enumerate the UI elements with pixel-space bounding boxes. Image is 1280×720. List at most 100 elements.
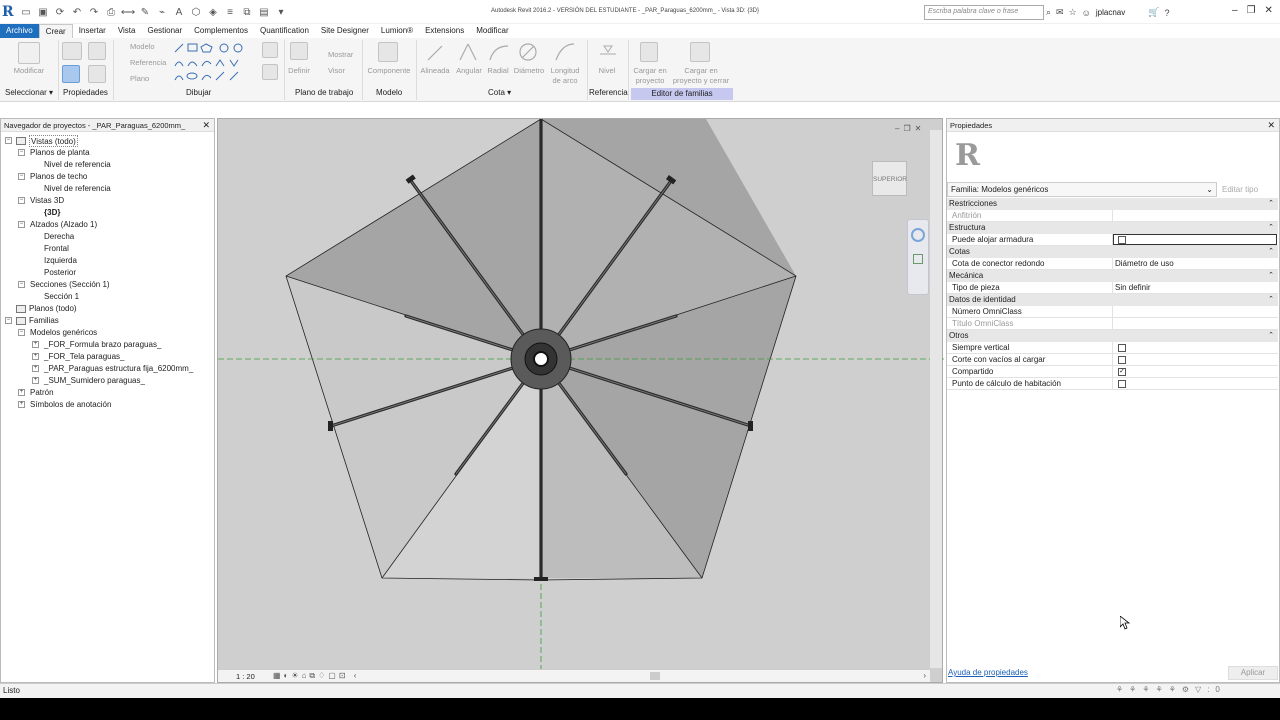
zoom-icon[interactable] bbox=[913, 254, 923, 264]
close-hidden-icon[interactable]: ⧉ bbox=[240, 5, 254, 19]
view-3d-canvas[interactable] bbox=[217, 118, 944, 684]
restore-icon[interactable]: ❐ bbox=[903, 124, 910, 133]
property-group-header[interactable]: Mecánica ⌃ bbox=[947, 270, 1278, 282]
aligned-button[interactable]: Alineada bbox=[418, 66, 452, 75]
undo-icon[interactable]: ↶ bbox=[70, 5, 84, 19]
tab-gestionar[interactable]: Gestionar bbox=[141, 24, 188, 38]
browser-item[interactable]: _PAR_Paraguas estructura fija_6200mm_ bbox=[44, 363, 193, 375]
expand-toggle-icon[interactable]: − bbox=[18, 329, 25, 336]
horizontal-scroll-thumb[interactable] bbox=[650, 672, 660, 680]
modify-icon[interactable] bbox=[18, 42, 40, 64]
browser-item[interactable]: Planos (todo) bbox=[29, 303, 77, 315]
tab-crear[interactable]: Crear bbox=[38, 24, 73, 38]
tab-quantification[interactable]: Quantification bbox=[254, 24, 315, 38]
expand-toggle-icon[interactable]: + bbox=[18, 389, 25, 396]
view-scale[interactable]: 1 : 20 bbox=[236, 672, 255, 681]
expand-toggle-icon[interactable]: + bbox=[32, 341, 39, 348]
viewcube[interactable]: SUPERIOR bbox=[872, 161, 907, 196]
browser-item[interactable]: {3D} bbox=[44, 207, 60, 219]
property-checkbox[interactable] bbox=[1118, 356, 1126, 364]
load-and-close-button[interactable]: Cargar en bbox=[670, 66, 732, 75]
property-row[interactable]: Cota de conector redondo Diámetro de uso bbox=[947, 258, 1278, 270]
save-icon[interactable]: ▣ bbox=[36, 5, 50, 19]
tab-lumion[interactable]: Lumion® bbox=[375, 24, 419, 38]
scroll-right-icon[interactable]: › bbox=[923, 671, 926, 680]
help-icon[interactable]: ? bbox=[1164, 8, 1169, 18]
expand-toggle-icon[interactable]: − bbox=[18, 281, 25, 288]
type-properties-icon[interactable] bbox=[88, 65, 106, 83]
property-row[interactable]: Compartido ✓ bbox=[947, 366, 1278, 378]
print-icon[interactable]: ⎙ bbox=[104, 5, 118, 19]
thin-lines-icon[interactable]: ≡ bbox=[223, 5, 237, 19]
expand-toggle-icon[interactable]: − bbox=[18, 173, 25, 180]
browser-item[interactable]: Derecha bbox=[44, 231, 74, 243]
panel-cota[interactable]: Cota ▾ bbox=[488, 88, 511, 97]
property-group-header[interactable]: Estructura ⌃ bbox=[947, 222, 1278, 234]
property-checkbox[interactable]: ✓ bbox=[1118, 368, 1126, 376]
expand-toggle-icon[interactable]: + bbox=[18, 401, 25, 408]
browser-item[interactable]: Patrón bbox=[30, 387, 54, 399]
properties-help-link[interactable]: Ayuda de propiedades bbox=[948, 668, 1028, 677]
browser-item[interactable]: Vistas 3D bbox=[30, 195, 64, 207]
browser-item[interactable]: Nivel de referencia bbox=[44, 183, 111, 195]
component-icon[interactable] bbox=[378, 42, 398, 62]
pick-faces-icon[interactable] bbox=[262, 64, 278, 80]
radial-button[interactable]: Radial bbox=[485, 66, 511, 75]
collapse-icon[interactable]: ⌃ bbox=[1268, 270, 1274, 282]
apply-button[interactable]: Aplicar bbox=[1228, 666, 1278, 680]
expand-toggle-icon[interactable]: + bbox=[32, 353, 39, 360]
browser-item[interactable]: Alzados (Alzado 1) bbox=[30, 219, 97, 231]
browser-item[interactable]: Secciones (Sección 1) bbox=[30, 279, 110, 291]
expand-toggle-icon[interactable]: − bbox=[5, 317, 12, 324]
property-row[interactable]: Título OmniClass bbox=[947, 318, 1278, 330]
browser-item[interactable]: Vistas (todo) bbox=[29, 135, 78, 147]
cart-icon[interactable]: 🛒 bbox=[1148, 7, 1159, 18]
property-checkbox[interactable] bbox=[1118, 380, 1126, 388]
dimension-tools-icon[interactable] bbox=[424, 40, 584, 66]
pick-lines-icon[interactable] bbox=[262, 42, 278, 58]
tab-archivo[interactable]: Archivo bbox=[0, 24, 39, 38]
model-line-button[interactable]: Modelo bbox=[130, 42, 155, 51]
property-group-header[interactable]: Otros ⌃ bbox=[947, 330, 1278, 342]
tab-vista[interactable]: Vista bbox=[112, 24, 142, 38]
property-row[interactable]: Número OmniClass bbox=[947, 306, 1278, 318]
browser-item[interactable]: Familias bbox=[29, 315, 59, 327]
draw-tools-icon[interactable] bbox=[172, 42, 256, 84]
browser-item[interactable]: Modelos genéricos bbox=[30, 327, 97, 339]
property-group-header[interactable]: Cotas ⌃ bbox=[947, 246, 1278, 258]
type-selector[interactable]: Familia: Modelos genéricos ⌄ bbox=[947, 182, 1217, 197]
minimize-icon[interactable]: – bbox=[895, 124, 899, 133]
modify-button[interactable]: Modificar bbox=[8, 66, 50, 75]
load-into-project-button[interactable]: Cargar en bbox=[628, 66, 672, 75]
tag-icon[interactable]: ⌁ bbox=[155, 5, 169, 19]
tab-insertar[interactable]: Insertar bbox=[73, 24, 112, 38]
property-row[interactable]: Corte con vacíos al cargar bbox=[947, 354, 1278, 366]
user-icon[interactable]: ☺ bbox=[1082, 8, 1091, 18]
expand-toggle-icon[interactable]: + bbox=[32, 377, 39, 384]
open-icon[interactable]: ▭ bbox=[19, 5, 33, 19]
close-icon[interactable]: ✕ bbox=[915, 124, 922, 133]
property-value[interactable]: Sin definir bbox=[1115, 282, 1151, 294]
expand-toggle-icon[interactable]: − bbox=[18, 149, 25, 156]
diameter-button[interactable]: Diámetro bbox=[511, 66, 547, 75]
set-button[interactable]: Definir bbox=[284, 66, 314, 75]
subscription-icon[interactable]: ✉ bbox=[1056, 7, 1064, 18]
level-icon[interactable] bbox=[598, 42, 618, 62]
measure-icon[interactable]: ⟷ bbox=[121, 5, 135, 19]
close-icon[interactable]: ✕ bbox=[1265, 5, 1273, 16]
browser-item[interactable]: _FOR_Tela paraguas_ bbox=[44, 351, 125, 363]
arc-length-button[interactable]: Longitud bbox=[547, 66, 583, 75]
property-value[interactable]: Diámetro de uso bbox=[1115, 258, 1174, 270]
family-types-icon[interactable] bbox=[88, 42, 106, 60]
family-category-icon[interactable] bbox=[62, 42, 82, 60]
collapse-icon[interactable]: ⌃ bbox=[1268, 222, 1274, 234]
close-icon[interactable]: ✕ bbox=[1267, 120, 1275, 131]
reference-plane-button[interactable]: Plano bbox=[130, 74, 149, 83]
revit-logo-icon[interactable]: R bbox=[2, 4, 16, 20]
expand-toggle-icon[interactable]: − bbox=[18, 221, 25, 228]
load-and-close-icon[interactable] bbox=[690, 42, 710, 62]
browser-item[interactable]: Izquierda bbox=[44, 255, 77, 267]
view-3d-icon[interactable]: ⬡ bbox=[189, 5, 203, 19]
tab-site-designer[interactable]: Site Designer bbox=[315, 24, 375, 38]
collapse-icon[interactable]: ⌃ bbox=[1268, 330, 1274, 342]
